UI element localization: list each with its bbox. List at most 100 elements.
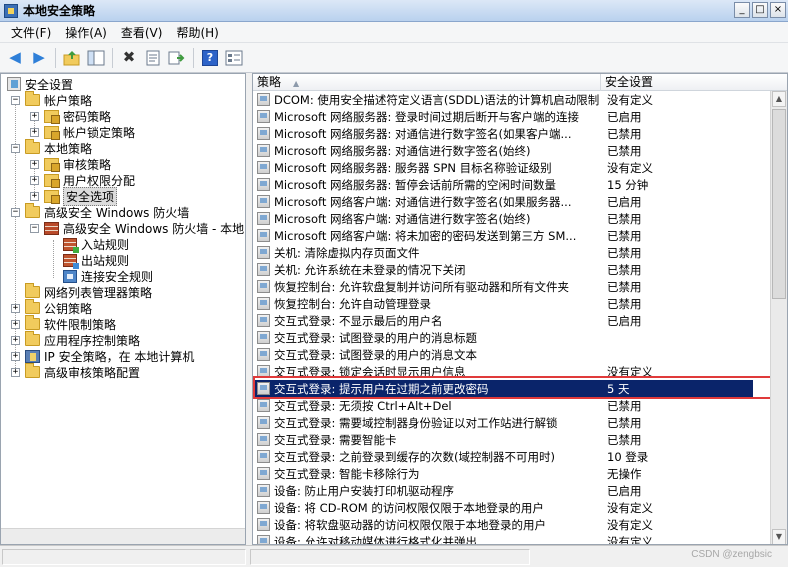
up-folder-icon[interactable] bbox=[61, 47, 83, 69]
policy-setting: 5 天 bbox=[607, 381, 630, 396]
expand-toggle[interactable]: + bbox=[11, 335, 20, 345]
policy-row[interactable]: DCOM: 使用安全描述符定义语言(SDDL)语法的计算机启动限制 没有定义 bbox=[253, 91, 753, 108]
list-vertical-scrollbar[interactable]: ▲ ▼ bbox=[770, 91, 787, 544]
policy-row[interactable]: 恢复控制台: 允许软盘复制并访问所有驱动器和所有文件夹 已禁用 bbox=[253, 278, 753, 295]
policy-row[interactable]: 交互式登录: 试图登录的用户的消息标题 bbox=[253, 329, 753, 346]
folder-icon bbox=[25, 363, 40, 378]
expand-toggle[interactable]: + bbox=[11, 303, 20, 313]
minimize-button[interactable]: _ bbox=[734, 2, 750, 18]
tree-item-network-list-manager[interactable]: 网络列表管理器策略 bbox=[25, 283, 152, 300]
maximize-button[interactable]: □ bbox=[752, 2, 768, 18]
help-icon[interactable]: ? bbox=[202, 49, 218, 66]
collapse-toggle[interactable]: − bbox=[30, 223, 39, 233]
tree-item-account-policies[interactable]: − 帐户策略 bbox=[11, 91, 93, 108]
menu-action[interactable]: 操作(A) bbox=[58, 24, 114, 41]
column-header-setting[interactable]: 安全设置 bbox=[601, 74, 787, 91]
folder-icon bbox=[25, 299, 40, 314]
delete-icon[interactable]: ✖ bbox=[118, 47, 140, 69]
tree-item-application-control[interactable]: + 应用程序控制策略 bbox=[11, 331, 141, 348]
policy-name: 交互式登录: 之前登录到缓存的次数(域控制器不可用时) bbox=[274, 449, 556, 464]
policy-row[interactable]: Microsoft 网络客户端: 对通信进行数字签名(始终) 已禁用 bbox=[253, 210, 753, 227]
tree-item-inbound-rules[interactable]: 入站规则 bbox=[63, 236, 129, 253]
policy-row[interactable]: 设备: 防止用户安装打印机驱动程序 已启用 bbox=[253, 482, 753, 499]
policy-row[interactable]: 交互式登录: 之前登录到缓存的次数(域控制器不可用时) 10 登录 bbox=[253, 448, 753, 465]
expand-toggle[interactable]: + bbox=[30, 175, 39, 185]
policy-icon bbox=[257, 93, 270, 106]
details-view-icon[interactable] bbox=[223, 47, 245, 69]
expand-toggle[interactable]: + bbox=[30, 111, 39, 121]
policy-row[interactable]: 恢复控制台: 允许自动管理登录 已禁用 bbox=[253, 295, 753, 312]
policy-setting: 已禁用 bbox=[607, 211, 642, 226]
policy-row[interactable]: 交互式登录: 智能卡移除行为 无操作 bbox=[253, 465, 753, 482]
policy-list[interactable]: 策略 ▲ 安全设置 DCOM: 使用安全描述符定义语言(SDDL)语法的计算机启动… bbox=[252, 73, 788, 545]
back-icon[interactable]: ◀ bbox=[4, 47, 26, 69]
properties-icon[interactable] bbox=[142, 47, 164, 69]
console-tree[interactable]: 安全设置 − 帐户策略 + 密码策略 + 帐户锁定策略 − 本地策略 + 审核策… bbox=[0, 73, 246, 545]
expand-toggle[interactable]: + bbox=[30, 127, 39, 137]
policy-row[interactable]: Microsoft 网络客户端: 将未加密的密码发送到第三方 SM... 已禁用 bbox=[253, 227, 753, 244]
policy-name: 交互式登录: 无须按 Ctrl+Alt+Del bbox=[274, 398, 452, 413]
tree-item-outbound-rules[interactable]: 出站规则 bbox=[63, 252, 129, 269]
lock-folder-icon bbox=[44, 157, 60, 172]
tree-item-label: 帐户策略 bbox=[44, 93, 93, 108]
tree-horizontal-scrollbar[interactable] bbox=[1, 528, 245, 544]
policy-row[interactable]: 设备: 允许对移动媒体进行格式化并弹出 没有定义 bbox=[253, 533, 753, 544]
tree-item-label: IP 安全策略，在 本地计算机 bbox=[44, 349, 195, 364]
scroll-up-icon[interactable]: ▲ bbox=[772, 91, 786, 107]
scroll-thumb[interactable] bbox=[772, 109, 786, 299]
policy-row[interactable]: Microsoft 网络服务器: 服务器 SPN 目标名称验证级别 没有定义 bbox=[253, 159, 753, 176]
tree-item-security-options[interactable]: + 安全选项 bbox=[30, 186, 118, 206]
policy-row[interactable]: 交互式登录: 无须按 Ctrl+Alt+Del 已禁用 bbox=[253, 397, 753, 414]
menu-help[interactable]: 帮助(H) bbox=[169, 24, 225, 41]
policy-row[interactable]: 关机: 清除虚拟内存页面文件 已禁用 bbox=[253, 244, 753, 261]
policy-row[interactable]: 设备: 将软盘驱动器的访问权限仅限于本地登录的用户 没有定义 bbox=[253, 516, 753, 533]
policy-icon bbox=[257, 399, 270, 412]
policy-row[interactable]: 关机: 允许系统在未登录的情况下关闭 已禁用 bbox=[253, 261, 753, 278]
tree-item-windows-firewall-local[interactable]: − 高级安全 Windows 防火墙 - 本地 bbox=[30, 220, 244, 236]
expand-toggle[interactable]: + bbox=[11, 319, 20, 329]
tree-item-local-policies[interactable]: − 本地策略 bbox=[11, 139, 92, 156]
column-header-policy[interactable]: 策略 ▲ bbox=[253, 74, 601, 91]
tree-item-security-settings[interactable]: 安全设置 bbox=[7, 76, 73, 92]
tree-item-software-restriction[interactable]: + 软件限制策略 bbox=[11, 315, 116, 332]
close-button[interactable]: × bbox=[770, 2, 786, 18]
export-icon[interactable] bbox=[166, 47, 188, 69]
policy-row[interactable]: 交互式登录: 提示用户在过期之前更改密码 5 天 bbox=[253, 380, 753, 397]
policy-row[interactable]: Microsoft 网络服务器: 对通信进行数字签名(如果客户端... 已禁用 bbox=[253, 125, 753, 142]
tree-item-ip-security[interactable]: + IP 安全策略，在 本地计算机 bbox=[11, 348, 194, 364]
tree-item-public-key-policies[interactable]: + 公钥策略 bbox=[11, 299, 92, 316]
expand-toggle[interactable]: + bbox=[30, 159, 39, 169]
policy-row[interactable]: Microsoft 网络客户端: 对通信进行数字签名(如果服务器... 已启用 bbox=[253, 193, 753, 210]
policy-row[interactable]: 设备: 将 CD-ROM 的访问权限仅限于本地登录的用户 没有定义 bbox=[253, 499, 753, 516]
policy-row[interactable]: 交互式登录: 试图登录的用户的消息文本 bbox=[253, 346, 753, 363]
scroll-down-icon[interactable]: ▼ bbox=[772, 529, 786, 544]
menu-view[interactable]: 查看(V) bbox=[114, 24, 170, 41]
tree-item-account-lockout-policy[interactable]: + 帐户锁定策略 bbox=[30, 124, 135, 140]
policy-row[interactable]: 交互式登录: 需要域控制器身份验证以对工作站进行解锁 已禁用 bbox=[253, 414, 753, 431]
expand-toggle[interactable]: + bbox=[30, 191, 39, 201]
policy-icon bbox=[257, 280, 270, 293]
tree-item-connection-security-rules[interactable]: 连接安全规则 bbox=[63, 268, 153, 284]
policy-icon bbox=[257, 331, 270, 344]
collapse-toggle[interactable]: − bbox=[11, 207, 20, 217]
policy-row[interactable]: Microsoft 网络服务器: 暂停会话前所需的空闲时间数量 15 分钟 bbox=[253, 176, 753, 193]
expand-toggle[interactable]: + bbox=[11, 351, 20, 361]
policy-row[interactable]: 交互式登录: 需要智能卡 已禁用 bbox=[253, 431, 753, 448]
policy-row[interactable]: Microsoft 网络服务器: 对通信进行数字签名(始终) 已禁用 bbox=[253, 142, 753, 159]
tree-item-advanced-audit[interactable]: + 高级审核策略配置 bbox=[11, 363, 140, 380]
collapse-toggle[interactable]: − bbox=[11, 95, 20, 105]
tree-item-label: 应用程序控制策略 bbox=[44, 333, 141, 348]
show-tree-icon[interactable] bbox=[85, 47, 107, 69]
tree-item-password-policy[interactable]: + 密码策略 bbox=[30, 108, 111, 124]
policy-row[interactable]: Microsoft 网络服务器: 登录时间过期后断开与客户端的连接 已启用 bbox=[253, 108, 753, 125]
forward-icon[interactable]: ▶ bbox=[28, 47, 50, 69]
menu-file[interactable]: 文件(F) bbox=[4, 24, 58, 41]
tree-item-windows-firewall[interactable]: − 高级安全 Windows 防火墙 bbox=[11, 203, 189, 220]
tree-item-audit-policy[interactable]: + 审核策略 bbox=[30, 156, 111, 172]
policy-row[interactable]: 交互式登录: 锁定会话时显示用户信息 没有定义 bbox=[253, 363, 753, 380]
collapse-toggle[interactable]: − bbox=[11, 143, 20, 153]
security-policy-app-icon bbox=[4, 3, 18, 18]
policy-row[interactable]: 交互式登录: 不显示最后的用户名 已启用 bbox=[253, 312, 753, 329]
expand-toggle[interactable]: + bbox=[11, 367, 20, 377]
policy-setting: 10 登录 bbox=[607, 449, 649, 464]
